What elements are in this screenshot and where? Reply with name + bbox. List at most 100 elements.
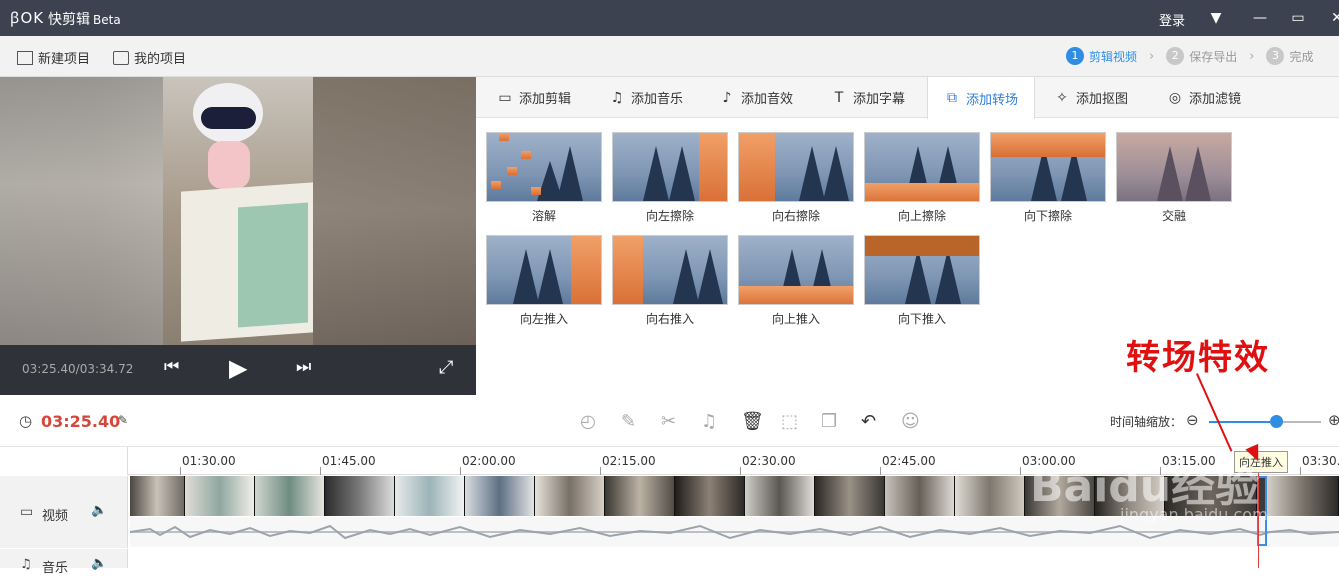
video-camera-icon: ▭ [20,504,34,520]
video-track-header: ▭ 视频 🔈 [0,476,128,548]
video-clip[interactable] [955,476,1025,516]
zoom-out-icon[interactable]: ⊖ [1186,411,1199,429]
video-clip[interactable] [745,476,815,516]
zoom-slider-handle[interactable] [1270,415,1283,428]
video-track-label: 视频 [42,509,69,524]
video-clip[interactable] [395,476,465,516]
tab-add-clip[interactable]: ▭ 添加剪辑 [497,77,571,118]
magic-wand-icon: ✧ [1056,89,1068,106]
zoom-slider[interactable] [1209,421,1321,423]
transition-label: 向右擦除 [771,209,820,223]
transition-label: 溶解 [531,209,556,223]
video-clip[interactable] [325,476,395,516]
new-project-button[interactable]: 新建项目 [17,48,90,67]
fullscreen-icon[interactable]: ⤢ [439,357,453,378]
chevron-right-icon: › [1249,48,1255,64]
new-project-icon [17,50,33,65]
transition-wipe-down[interactable] [990,132,1106,202]
step-3-label[interactable]: 完成 [1289,48,1313,65]
transition-push-right[interactable] [612,235,728,305]
tab-add-transition[interactable]: ⧉ 添加转场 [927,77,1036,119]
transition-blend[interactable] [1116,132,1232,202]
play-icon[interactable]: ▶ [229,354,247,382]
tab-add-filter[interactable]: ◎ 添加滤镜 [1167,77,1241,118]
video-clip[interactable] [535,476,605,516]
video-clip[interactable] [885,476,955,516]
dropdown-menu-icon[interactable]: ▼ [1204,6,1228,30]
step-3-number: 3 [1266,47,1285,65]
transition-label: 向上推入 [771,312,820,326]
video-clip[interactable] [675,476,745,516]
edit-time-icon[interactable]: ✎ [118,413,128,427]
edit-toolbar: ◷ 03:25.40 ✎ ◴ ✎ ✂ ♫ 🗑 ⬚ ❐ ↶ ☺ 时间轴缩放： ⊖ … [0,395,1339,447]
video-clip[interactable] [185,476,255,516]
my-projects-button[interactable]: 我的项目 [113,48,186,67]
folder-icon [113,50,129,65]
maximize-icon[interactable]: ▭ [1286,6,1310,30]
speaker-icon[interactable]: 🔈 [91,556,107,571]
video-camera-icon: ▭ [498,89,512,106]
playback-timecode: 03:25.40/03:34.72 [22,362,134,376]
chevron-right-icon: › [1149,48,1155,64]
zoom-label: 时间轴缩放： [1110,415,1183,429]
transition-wipe-up[interactable] [864,132,980,202]
step-2-label[interactable]: 保存导出 [1189,48,1237,65]
transition-icon: ⧉ [947,90,957,106]
step-1-label[interactable]: 剪辑视频 [1089,48,1137,65]
transition-dissolve[interactable] [486,132,602,202]
beta-badge: Beta [93,13,121,27]
video-clip[interactable] [605,476,675,516]
playback-controls: 03:25.40/03:34.72 ⏮ ▶ ⏭ ⤢ [0,345,476,395]
app-logo: ꞵOK [10,9,45,27]
sound-effect-icon: ♪ [722,89,732,106]
step-1-number: 1 [1066,47,1084,65]
video-clip[interactable] [130,476,185,516]
transition-push-down[interactable] [864,235,980,305]
previous-frame-icon[interactable]: ⏮ [164,357,179,377]
video-clip[interactable] [465,476,535,516]
transition-label: 向上擦除 [897,209,946,223]
transition-wipe-left[interactable] [612,132,728,202]
login-button[interactable]: 登录 [1159,10,1185,29]
emoji-icon[interactable]: ☺ [901,411,920,432]
pencil-icon[interactable]: ✎ [621,411,636,432]
speaker-icon[interactable]: 🔈 [91,503,107,518]
speed-icon[interactable]: ◴ [580,411,596,432]
zoom-in-icon[interactable]: ⊕ [1328,411,1339,429]
copy-icon[interactable]: ❐ [821,411,837,432]
undo-icon[interactable]: ↶ [861,411,876,432]
bell-icon[interactable]: ♫ [701,411,717,432]
transition-wipe-right[interactable] [738,132,854,202]
app-name: 快剪辑 [48,12,90,28]
transition-label: 向左推入 [519,312,568,326]
tab-add-subtitle[interactable]: T 添加字幕 [831,77,905,118]
transition-label: 向下擦除 [1023,209,1072,223]
annotation-label: 转场特效 [1126,338,1270,378]
transition-push-up[interactable] [738,235,854,305]
transition-label: 交融 [1161,209,1186,223]
tab-add-music[interactable]: ♫ 添加音乐 [609,77,683,118]
watermark-url: jingyan.baidu.com [1120,505,1268,524]
transition-push-left[interactable] [486,235,602,305]
new-project-label: 新建项目 [38,52,91,67]
app-title: 快剪辑 Beta [48,9,121,29]
tab-add-cutout[interactable]: ✧ 添加抠图 [1054,77,1128,118]
music-track-label: 音乐 [42,561,69,576]
transition-label: 向左擦除 [645,209,694,223]
tab-add-sound-effect[interactable]: ♪ 添加音效 [719,77,793,118]
music-track-header: ♫ 音乐 🔈 [0,549,128,576]
minimize-icon[interactable]: — [1248,6,1272,30]
delete-icon[interactable]: 🗑 [741,411,764,432]
crop-icon[interactable]: ⬚ [781,411,798,432]
project-bar: 新建项目 我的项目 1 剪辑视频 › 2 保存导出 › 3 完成 [0,36,1339,77]
video-clip[interactable] [815,476,885,516]
transition-label: 向右推入 [645,312,694,326]
next-frame-icon[interactable]: ⏭ [296,357,311,377]
video-clip[interactable] [1267,476,1339,516]
text-icon: T [834,89,844,106]
video-clip[interactable] [255,476,325,516]
scissors-icon[interactable]: ✂ [661,411,676,432]
filter-icon: ◎ [1168,89,1182,106]
music-note-icon: ♫ [610,89,624,106]
close-icon[interactable]: ✕ [1325,6,1339,30]
